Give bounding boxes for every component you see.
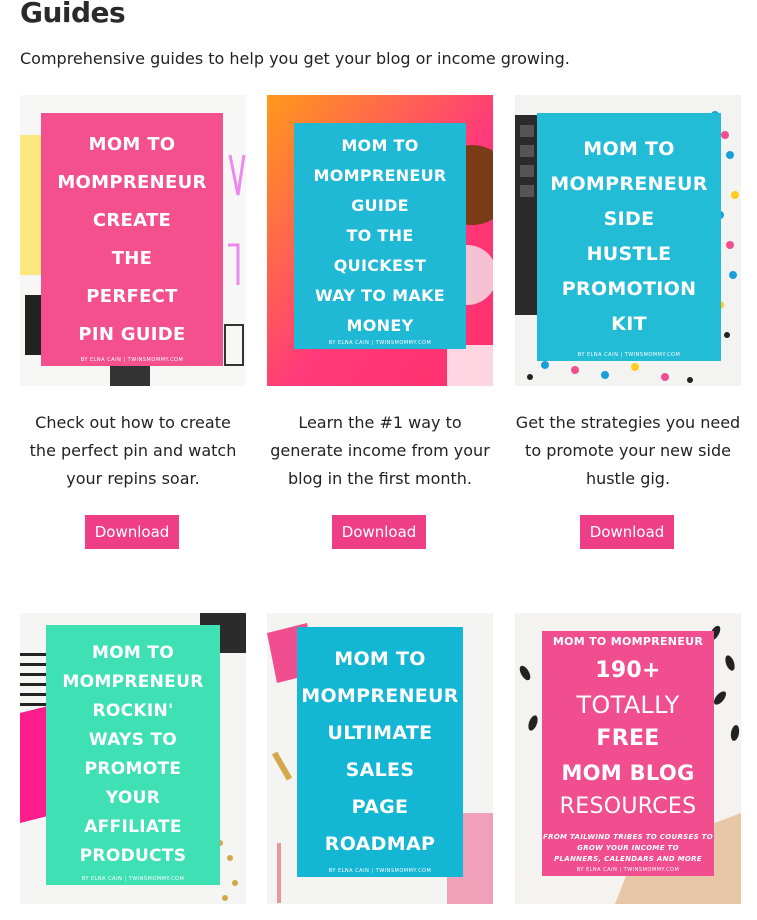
cover-title-panel: MOM TO MOMPRENEUR ULTIMATE SALES PAGE RO… xyxy=(297,627,463,877)
cover-sub-line: GROW YOUR INCOME TO xyxy=(577,844,679,852)
cover-line: YOUR xyxy=(105,788,161,808)
cover-title-panel: MOM TO MOMPRENEUR SIDE HUSTLE PROMOTION … xyxy=(537,113,721,361)
cover-line: MOM TO xyxy=(583,138,675,160)
guide-cover-image[interactable]: MOM TO MOMPRENEUR 190+ TOTALLY FREE MOM … xyxy=(515,613,741,904)
cover-line: 190+ xyxy=(595,658,661,683)
cover-line: MOM TO xyxy=(88,133,176,155)
guide-cover-image[interactable]: MOM TO MOMPRENEUR ULTIMATE SALES PAGE RO… xyxy=(267,613,493,904)
guide-cover-image[interactable]: MOM TO MOMPRENEUR CREATE THE PERFECT PIN… xyxy=(20,95,246,386)
cover-line: MOMPRENEUR xyxy=(550,173,708,195)
cover-line: PIN GUIDE xyxy=(78,323,186,345)
cover-line: PRODUCTS xyxy=(79,846,187,866)
cover-title-panel: MOM TO MOMPRENEUR GUIDE TO THE QUICKEST … xyxy=(294,123,466,349)
cover-credit: BY ELNA CAIN | TWINSMOMMY.COM xyxy=(577,352,681,358)
cover-line: PERFECT xyxy=(86,285,178,307)
cover-line: MOM TO xyxy=(334,648,426,670)
guide-cover-image[interactable]: MOM TO MOMPRENEUR SIDE HUSTLE PROMOTION … xyxy=(515,95,741,386)
cover-line: RESOURCES xyxy=(559,794,697,819)
cover-title-panel: MOM TO MOMPRENEUR ROCKIN' WAYS TO PROMOT… xyxy=(46,625,220,885)
cover-credit: BY ELNA CAIN | TWINSMOMMY.COM xyxy=(80,357,184,363)
guide-description: Check out how to create the perfect pin … xyxy=(29,413,237,488)
cover-line: QUICKEST xyxy=(333,256,427,275)
cover-line: KIT xyxy=(611,313,647,335)
page-subtitle: Comprehensive guides to help you get you… xyxy=(20,49,570,68)
cover-title-panel: MOM TO MOMPRENEUR CREATE THE PERFECT PIN… xyxy=(41,113,223,366)
cover-line: CREATE xyxy=(92,209,172,231)
guide-description: Get the strategies you need to promote y… xyxy=(515,413,741,488)
cover-line: MOMPRENEUR xyxy=(301,685,459,707)
cover-credit: BY ELNA CAIN | TWINSMOMMY.COM xyxy=(328,340,432,346)
cover-line: HUSTLE xyxy=(586,243,672,265)
cover-credit: BY ELNA CAIN | TWINSMOMMY.COM xyxy=(81,876,185,882)
cover-line: PROMOTION xyxy=(561,278,697,300)
download-button[interactable]: Download xyxy=(85,515,179,549)
cover-line: ROADMAP xyxy=(324,833,436,855)
cover-line: TO THE xyxy=(346,226,414,245)
guide-cover-image[interactable]: MOM TO MOMPRENEUR ROCKIN' WAYS TO PROMOT… xyxy=(20,613,246,904)
cover-line: MOM BLOG xyxy=(561,761,695,785)
cover-line: ROCKIN' xyxy=(92,701,174,721)
cover-line: SALES xyxy=(345,759,415,781)
cover-line: MOM TO xyxy=(91,643,175,663)
cover-credit: BY ELNA CAIN | TWINSMOMMY.COM xyxy=(328,868,432,874)
cover-line: FREE xyxy=(596,726,660,751)
download-button[interactable]: Download xyxy=(580,515,674,549)
cover-line: PAGE xyxy=(351,796,409,818)
cover-sub-line: FROM TAILWIND TRIBES TO COURSES TO xyxy=(543,833,713,841)
cover-line: AFFILIATE xyxy=(84,817,182,837)
cover-credit: BY ELNA CAIN | TWINSMOMMY.COM xyxy=(576,867,680,873)
cover-line: ULTIMATE xyxy=(327,722,433,744)
guide-cover-image[interactable]: MOM TO MOMPRENEUR GUIDE TO THE QUICKEST … xyxy=(267,95,493,386)
cover-line: WAY TO MAKE xyxy=(315,286,445,305)
cover-line: MOMPRENEUR xyxy=(57,171,207,193)
download-button[interactable]: Download xyxy=(332,515,426,549)
cover-line: MOMPRENEUR xyxy=(313,166,447,185)
cover-line: PROMOTE xyxy=(84,759,182,779)
cover-line: MOM TO xyxy=(341,136,419,155)
cover-line: MOMPRENEUR xyxy=(62,672,204,692)
cover-line: WAYS TO xyxy=(88,730,178,750)
cover-line: THE xyxy=(111,247,153,269)
page-title: Guides xyxy=(20,0,126,29)
guide-description: Learn the #1 way to generate income from… xyxy=(270,413,490,488)
cover-line: TOTALLY xyxy=(576,691,680,719)
cover-line: GUIDE xyxy=(351,196,409,215)
cover-top-line: MOM TO MOMPRENEUR xyxy=(552,635,704,648)
cover-line: SIDE xyxy=(603,208,655,230)
cover-title-panel: MOM TO MOMPRENEUR 190+ TOTALLY FREE MOM … xyxy=(542,631,714,876)
